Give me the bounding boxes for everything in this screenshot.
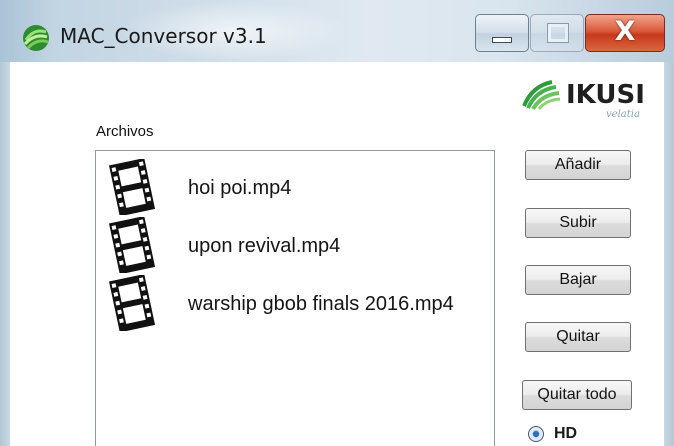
minimize-button[interactable] — [475, 14, 529, 52]
window-frame-left — [0, 62, 10, 446]
hd-radio[interactable] — [528, 426, 544, 442]
app-icon — [23, 25, 49, 51]
file-name: warship gbob finals 2016.mp4 — [188, 293, 454, 315]
film-icon — [109, 275, 156, 331]
file-list[interactable]: hoi poi.mp4 upon revival.mp4 warship gbo… — [95, 150, 495, 446]
remove-button[interactable]: Quitar — [525, 322, 631, 352]
window-frame-right — [664, 62, 674, 446]
ikusi-logo: IKUSI velatia — [522, 78, 662, 122]
logo-brand: IKUSI — [566, 80, 645, 110]
film-icon — [109, 159, 156, 215]
title-bar[interactable]: MAC_Conversor v3.1 X — [0, 0, 674, 62]
film-icon — [109, 217, 156, 273]
app-window: MAC_Conversor v3.1 X IKUSI velatia Archi… — [0, 0, 674, 446]
hd-option[interactable]: HD — [528, 424, 618, 446]
list-item[interactable]: warship gbob finals 2016.mp4 — [104, 275, 494, 331]
ikusi-logo-mark — [522, 80, 561, 110]
hd-radio-label: HD — [554, 425, 578, 442]
close-icon: X — [614, 16, 636, 47]
add-button[interactable]: Añadir — [525, 150, 631, 180]
list-item[interactable]: upon revival.mp4 — [104, 217, 494, 273]
close-button[interactable]: X — [585, 14, 665, 52]
window-title: MAC_Conversor v3.1 — [60, 24, 267, 48]
file-name: hoi poi.mp4 — [188, 177, 292, 199]
minimize-icon — [492, 37, 512, 43]
list-item[interactable]: hoi poi.mp4 — [104, 159, 494, 215]
maximize-icon — [547, 23, 569, 43]
files-label: Archivos — [96, 123, 154, 140]
move-up-button[interactable]: Subir — [525, 208, 631, 238]
remove-all-button[interactable]: Quitar todo — [522, 380, 632, 410]
logo-subtitle: velatia — [606, 109, 640, 120]
move-down-button[interactable]: Bajar — [525, 265, 631, 295]
maximize-button[interactable] — [530, 14, 584, 52]
file-name: upon revival.mp4 — [188, 235, 341, 257]
